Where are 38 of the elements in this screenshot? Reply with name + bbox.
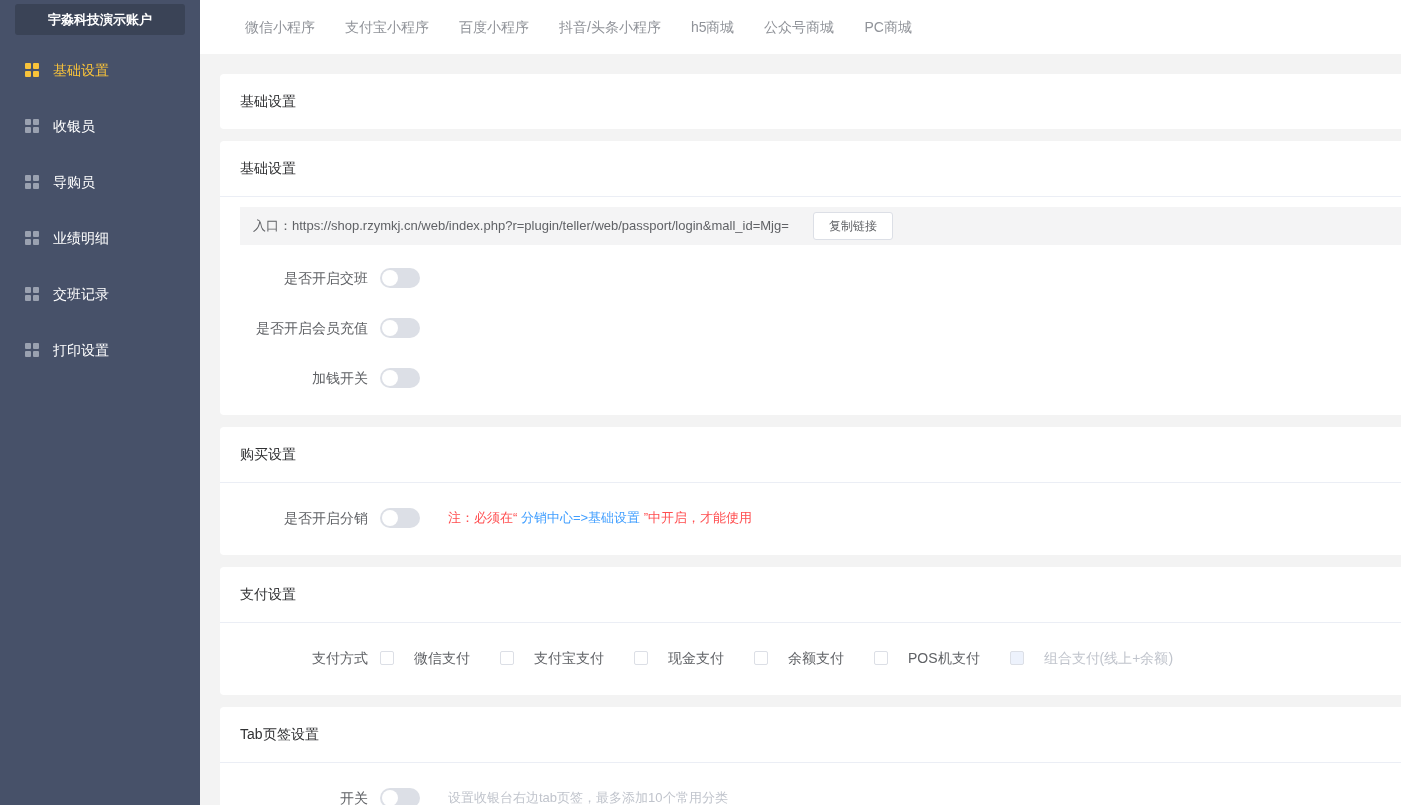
field-label: 是否开启会员充值 — [255, 318, 369, 338]
grid-icon — [25, 119, 39, 133]
grid-icon — [25, 287, 39, 301]
sidebar-item[interactable]: 交班记录 — [0, 266, 200, 322]
toggle-switch[interactable] — [380, 508, 420, 528]
toggle-switch[interactable] — [380, 318, 420, 338]
hint-text: 设置收银台右边tab页签，最多添加10个常用分类 — [448, 789, 728, 805]
grid-icon — [25, 63, 39, 77]
checkbox-option[interactable]: 现金支付 — [634, 647, 724, 669]
field-label: 是否开启交班 — [283, 268, 369, 288]
sidebar-item[interactable]: 收银员 — [0, 98, 200, 154]
sidebar-item[interactable]: 基础设置 — [0, 42, 200, 98]
field-label: 是否开启分销 — [283, 508, 369, 528]
checkbox-option[interactable]: 支付宝支付 — [500, 647, 604, 669]
field-label: 加钱开关 — [311, 368, 369, 388]
field-label: 支付方式 — [311, 648, 369, 668]
toggle-switch[interactable] — [380, 268, 420, 288]
toggle-switch[interactable] — [380, 788, 420, 805]
checkbox-option[interactable]: POS机支付 — [874, 647, 980, 669]
warning-note: 注：必须在“ 分销中心=>基础设置 ”中开启，才能使用 — [448, 509, 753, 528]
entry-url-text: 入口：https://shop.rzymkj.cn/web/index.php?r=plugin/teller/web/passport/login&mall_id=Mjg= — [253, 217, 789, 236]
grid-icon — [25, 231, 39, 245]
sidebar-item[interactable]: 导购员 — [0, 154, 200, 210]
checkbox-option[interactable]: 余额支付 — [754, 647, 844, 669]
section-title: 基础设置 — [239, 92, 297, 111]
section-title: 购买设置 — [239, 445, 297, 464]
checkbox-option[interactable]: 微信支付 — [380, 647, 470, 669]
sidebar-item[interactable]: 业绩明细 — [0, 210, 200, 266]
sidebar-item[interactable]: 打印设置 — [0, 322, 200, 378]
section-title: 支付设置 — [239, 585, 297, 604]
grid-icon — [25, 343, 39, 357]
field-label: 开关 — [339, 788, 369, 805]
toggle-switch[interactable] — [380, 368, 420, 388]
account-name: 宇淼科技演示账户 — [15, 4, 185, 35]
section-title: Tab页签设置 — [239, 725, 320, 744]
grid-icon — [25, 175, 39, 189]
section-title: 基础设置 — [239, 159, 297, 178]
copy-link-button[interactable]: 复制链接 — [812, 212, 893, 240]
